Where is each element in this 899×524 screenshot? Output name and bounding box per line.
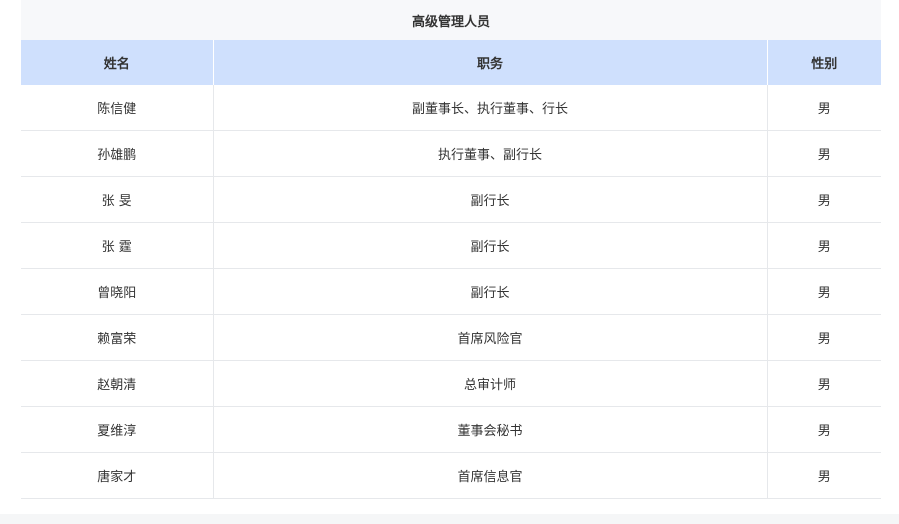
cell-name: 夏维淳 [21, 406, 214, 453]
cell-name: 张 旻 [21, 176, 214, 223]
cell-name: 陈信健 [21, 85, 214, 131]
cell-gender: 男 [767, 130, 881, 177]
cell-name: 张 霆 [21, 222, 214, 269]
header-gender: 性别 [767, 40, 881, 85]
cell-title: 副董事长、执行董事、行长 [213, 85, 768, 131]
cell-gender: 男 [767, 176, 881, 223]
cell-name: 赖富荣 [21, 314, 214, 361]
header-row: 姓名 职务 性别 [21, 40, 881, 85]
table-body: 陈信健 副董事长、执行董事、行长 男 孙雄鹏 执行董事、副行长 男 张 旻 副行… [21, 85, 881, 499]
table-row: 赖富荣 首席风险官 男 [21, 314, 881, 361]
table-row: 赵朝清 总审计师 男 [21, 360, 881, 407]
table-row: 张 霆 副行长 男 [21, 222, 881, 269]
table-header: 姓名 职务 性别 [21, 40, 881, 85]
table-row: 唐家才 首席信息官 男 [21, 452, 881, 499]
cell-gender: 男 [767, 222, 881, 269]
cell-gender: 男 [767, 314, 881, 361]
cell-title: 总审计师 [213, 360, 768, 407]
table-row: 曾晓阳 副行长 男 [21, 268, 881, 315]
cell-gender: 男 [767, 360, 881, 407]
cell-title: 执行董事、副行长 [213, 130, 768, 177]
cell-title: 首席信息官 [213, 452, 768, 499]
executives-table: 姓名 职务 性别 陈信健 副董事长、执行董事、行长 男 孙雄鹏 执行董事、副行长… [21, 40, 881, 499]
cell-title: 首席风险官 [213, 314, 768, 361]
table-row: 张 旻 副行长 男 [21, 176, 881, 223]
table-row: 孙雄鹏 执行董事、副行长 男 [21, 130, 881, 177]
cell-title: 副行长 [213, 222, 768, 269]
table-caption: 高级管理人员 [21, 0, 881, 40]
cell-name: 孙雄鹏 [21, 130, 214, 177]
footer-strip [0, 514, 899, 524]
cell-name: 唐家才 [21, 452, 214, 499]
cell-title: 董事会秘书 [213, 406, 768, 453]
cell-gender: 男 [767, 268, 881, 315]
cell-gender: 男 [767, 452, 881, 499]
cell-name: 曾晓阳 [21, 268, 214, 315]
header-name: 姓名 [21, 40, 214, 85]
cell-title: 副行长 [213, 268, 768, 315]
table-row: 陈信健 副董事长、执行董事、行长 男 [21, 85, 881, 131]
cell-gender: 男 [767, 85, 881, 131]
cell-name: 赵朝清 [21, 360, 214, 407]
cell-title: 副行长 [213, 176, 768, 223]
page: 高级管理人员 姓名 职务 性别 陈信健 副董事长、执行董事、行长 男 孙雄鹏 执… [0, 0, 899, 524]
header-title: 职务 [213, 40, 768, 85]
cell-gender: 男 [767, 406, 881, 453]
table-row: 夏维淳 董事会秘书 男 [21, 406, 881, 453]
